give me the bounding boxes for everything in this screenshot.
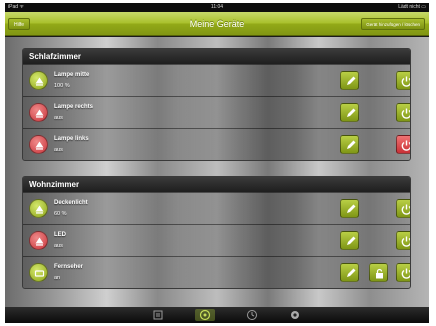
status-bar: iPad ᯤ 11:04 Lädt nicht ▭ [5, 3, 429, 12]
edit-button[interactable] [340, 199, 359, 218]
pencil-icon [347, 204, 356, 213]
tv-icon [29, 263, 48, 282]
device-row[interactable]: LED aus [23, 224, 410, 256]
power-button[interactable] [396, 103, 410, 122]
group-header: Wohnzimmer [23, 177, 410, 192]
clock-icon [247, 310, 257, 320]
device-row[interactable]: Deckenlicht 60 % [23, 192, 410, 224]
device-row[interactable]: Lampe mitte 100 % [23, 64, 410, 96]
light-bulb-icon [29, 103, 48, 122]
tab-list[interactable] [148, 309, 168, 321]
device-row[interactable]: Lampe links aus [23, 128, 410, 160]
tab-bar [5, 307, 429, 323]
power-button[interactable] [396, 199, 410, 218]
device-name: LED [54, 232, 66, 238]
edit-button[interactable] [340, 263, 359, 282]
pencil-icon [347, 108, 356, 117]
device-status: aus [54, 115, 63, 121]
edit-button[interactable] [340, 231, 359, 250]
device-status: 100 % [54, 83, 70, 89]
device-status: 60 % [54, 211, 67, 217]
clock-label: 11:04 [210, 4, 224, 10]
ipad-screen: iPad ᯤ 11:04 Lädt nicht ▭ Hilfe Meine Ge… [5, 3, 429, 323]
device-name: Lampe rechts [54, 104, 94, 110]
power-icon [401, 76, 410, 87]
pencil-icon [347, 268, 356, 277]
device-name: Deckenlicht [54, 200, 88, 206]
light-bulb-icon [29, 135, 48, 154]
tab-settings[interactable] [285, 309, 305, 321]
power-button[interactable] [396, 71, 410, 90]
pencil-icon [347, 140, 356, 149]
tab-timer[interactable] [242, 309, 262, 321]
edit-button[interactable] [340, 103, 359, 122]
power-icon [401, 236, 410, 247]
devices-icon [199, 309, 211, 321]
lock-icon [376, 268, 383, 279]
power-icon [401, 140, 410, 151]
edit-button[interactable] [340, 71, 359, 90]
power-icon [401, 204, 410, 215]
add-remove-device-button[interactable]: Gerät hinzufügen / löschen [361, 18, 425, 30]
power-icon [401, 108, 410, 119]
power-button[interactable] [396, 231, 410, 250]
power-button[interactable] [396, 263, 410, 282]
device-row[interactable]: Fernseher an [23, 256, 410, 288]
list-icon [153, 310, 163, 320]
device-list: Schlafzimmer Lampe mitte 100 % Lampe rechts… [5, 37, 429, 307]
device-group: Wohnzimmer Deckenlicht 60 % LED aus Fernseher… [22, 176, 411, 289]
device-name: Lampe mitte [54, 72, 90, 78]
device-name: Fernseher [54, 264, 84, 270]
group-header: Schlafzimmer [23, 49, 410, 64]
power-icon [401, 268, 410, 279]
device-status: aus [54, 243, 63, 249]
pencil-icon [347, 76, 356, 85]
light-bulb-icon [29, 71, 48, 90]
device-group: Schlafzimmer Lampe mitte 100 % Lampe rechts… [22, 48, 411, 161]
light-bulb-icon [29, 231, 48, 250]
edit-button[interactable] [340, 135, 359, 154]
device-row[interactable]: Lampe rechts aus [23, 96, 410, 128]
power-button[interactable] [396, 135, 410, 154]
tab-devices[interactable] [195, 309, 215, 321]
device-status: an [54, 275, 61, 281]
lock-button[interactable] [369, 263, 388, 282]
settings-icon [291, 311, 299, 319]
device-name: Lampe links [54, 136, 89, 142]
device-status: aus [54, 147, 63, 153]
battery-label: Lädt nicht ▭ [398, 4, 426, 10]
pencil-icon [347, 236, 356, 245]
light-bulb-icon [29, 199, 48, 218]
navigation-bar: Hilfe Meine Geräte Gerät hinzufügen / lö… [5, 12, 429, 36]
